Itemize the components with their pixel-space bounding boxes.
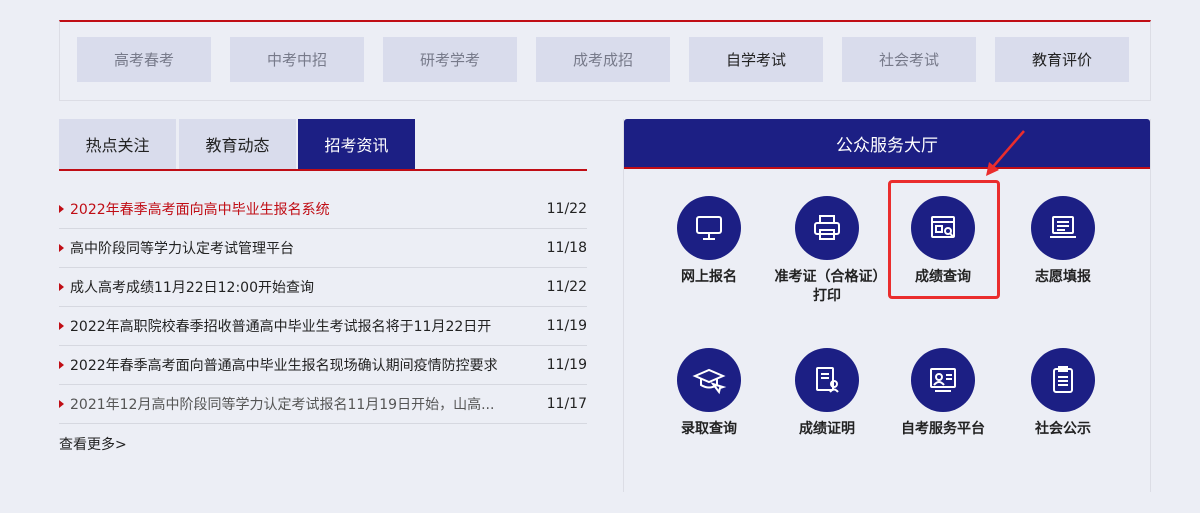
news-title[interactable]: 成人高考成绩11月22日12:00开始查询: [70, 277, 537, 297]
printer-icon: [795, 196, 859, 260]
bullet-icon: [59, 400, 64, 408]
news-list: 2022年春季高考面向高中毕业生报名系统 11/22 高中阶段同等学力认定考试管…: [59, 190, 587, 424]
news-date: 11/18: [546, 240, 587, 256]
service-admission-query[interactable]: 录取查询: [654, 348, 764, 439]
bullet-icon: [59, 283, 64, 291]
tab-hot[interactable]: 热点关注: [59, 119, 176, 169]
news-title[interactable]: 高中阶段同等学力认定考试管理平台: [70, 238, 537, 258]
news-title[interactable]: 2022年高职院校春季招收普通高中毕业生考试报名将于11月22日开: [70, 316, 537, 336]
category-chengkao[interactable]: 成考成招: [536, 37, 670, 82]
graduation-cap-icon: [677, 348, 741, 412]
news-tabs: 热点关注 教育动态 招考资讯: [59, 119, 587, 171]
service-label: 志愿填报: [1035, 269, 1091, 285]
service-label: 网上报名: [681, 269, 737, 285]
news-title[interactable]: 2022年春季高考面向高中毕业生报名系统: [70, 199, 537, 219]
category-jiaoyu[interactable]: 教育评价: [995, 37, 1129, 82]
service-online-registration[interactable]: 网上报名: [654, 196, 764, 287]
clipboard-icon: [1031, 348, 1095, 412]
laptop-list-icon: [1031, 196, 1095, 260]
bullet-icon: [59, 361, 64, 369]
category-bar: 高考春考 中考中招 研考学考 成考成招 自学考试 社会考试 教育评价: [59, 20, 1151, 101]
certificate-icon: [795, 348, 859, 412]
service-label: 自考服务平台: [901, 421, 985, 437]
service-label: 社会公示: [1035, 421, 1091, 437]
news-title[interactable]: 2022年春季高考面向普通高中毕业生报名现场确认期间疫情防控要求: [70, 355, 537, 375]
service-label: 成绩证明: [799, 421, 855, 437]
platform-icon: [911, 348, 975, 412]
list-item[interactable]: 2022年春季高考面向普通高中毕业生报名现场确认期间疫情防控要求 11/19: [59, 346, 587, 385]
news-date: 11/22: [546, 279, 587, 295]
bullet-icon: [59, 322, 64, 330]
bullet-icon: [59, 205, 64, 213]
list-item[interactable]: 2022年高职院校春季招收普通高中毕业生考试报名将于11月22日开 11/19: [59, 307, 587, 346]
more-link[interactable]: 查看更多>: [59, 434, 127, 454]
service-admission-ticket[interactable]: 准考证（合格证）打印: [772, 196, 882, 306]
list-item[interactable]: 2022年春季高考面向高中毕业生报名系统 11/22: [59, 190, 587, 229]
category-gaokao[interactable]: 高考春考: [77, 37, 211, 82]
service-score-certificate[interactable]: 成绩证明: [772, 348, 882, 439]
service-label: 准考证（合格证）打印: [774, 269, 880, 304]
service-hall-title: 公众服务大厅: [624, 119, 1150, 169]
category-yankao[interactable]: 研考学考: [383, 37, 517, 82]
service-public-notice[interactable]: 社会公示: [1008, 348, 1118, 439]
list-item[interactable]: 高中阶段同等学力认定考试管理平台 11/18: [59, 229, 587, 268]
news-date: 11/17: [546, 396, 587, 412]
service-label: 录取查询: [681, 421, 737, 437]
service-hall: 公众服务大厅 网上报名 准考证（合格证）打印 成绩查询 志愿填报 录取查询 成绩…: [623, 119, 1151, 492]
list-item[interactable]: 2021年12月高中阶段同等学力认定考试报名11月19日开始，山高... 11/…: [59, 385, 587, 424]
news-date: 11/22: [546, 201, 587, 217]
news-date: 11/19: [546, 318, 587, 334]
service-self-exam-platform[interactable]: 自考服务平台: [888, 348, 998, 439]
news-date: 11/19: [546, 357, 587, 373]
bullet-icon: [59, 244, 64, 252]
tab-education[interactable]: 教育动态: [179, 119, 296, 169]
list-item[interactable]: 成人高考成绩11月22日12:00开始查询 11/22: [59, 268, 587, 307]
service-volunteer-filling[interactable]: 志愿填报: [1008, 196, 1118, 287]
annotation-arrow-icon: [986, 130, 1025, 176]
category-zixue[interactable]: 自学考试: [689, 37, 823, 82]
tab-divider: [59, 169, 587, 171]
monitor-icon: [677, 196, 741, 260]
highlight-box: [888, 180, 1000, 299]
tab-admission[interactable]: 招考资讯: [298, 119, 415, 169]
news-title[interactable]: 2021年12月高中阶段同等学力认定考试报名11月19日开始，山高...: [70, 394, 537, 414]
category-zhongkao[interactable]: 中考中招: [230, 37, 364, 82]
category-shehui[interactable]: 社会考试: [842, 37, 976, 82]
